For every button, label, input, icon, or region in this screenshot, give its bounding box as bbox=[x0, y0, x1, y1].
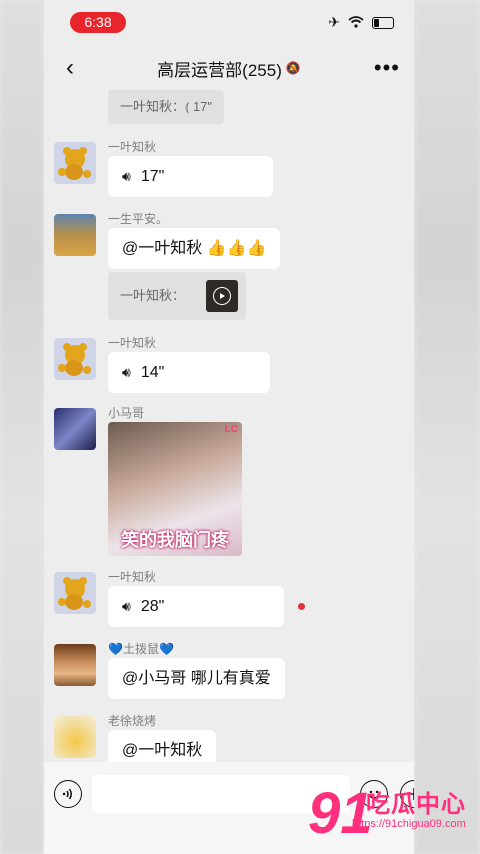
wifi-icon bbox=[348, 15, 364, 31]
sticker-badge: LC bbox=[224, 424, 238, 435]
chat-navbar: ‹ 高层运营部(255) 🔕 ••• bbox=[44, 42, 414, 94]
avatar[interactable] bbox=[54, 214, 96, 256]
unread-dot bbox=[298, 603, 305, 610]
battery-icon bbox=[372, 16, 394, 29]
avatar[interactable] bbox=[54, 142, 96, 184]
status-icons: ✈ bbox=[328, 14, 394, 31]
watermark-logo: 91 吃瓜中心 https://91chigua09.com bbox=[302, 781, 472, 846]
sender-name: 一生平安。 bbox=[108, 212, 169, 226]
avatar[interactable] bbox=[54, 338, 96, 380]
sender-name: 💙土拨鼠💙 bbox=[108, 642, 174, 656]
voice-icon[interactable] bbox=[54, 780, 82, 808]
video-thumbnail[interactable] bbox=[206, 280, 238, 312]
avatar[interactable] bbox=[54, 716, 96, 758]
sender-name: 一叶知秋 bbox=[108, 140, 157, 154]
voice-message-bubble[interactable]: 🔊︎ 17" bbox=[108, 156, 273, 197]
watermark-url: https://91chigua09.com bbox=[352, 818, 466, 830]
voice-wave-icon: 🔊︎ bbox=[122, 598, 131, 614]
avatar[interactable] bbox=[54, 572, 96, 614]
avatar[interactable] bbox=[54, 644, 96, 686]
sender-name: 一叶知秋 bbox=[108, 336, 157, 350]
voice-duration: 17" bbox=[140, 168, 165, 185]
text-message-bubble[interactable]: @小马哥 哪儿有真爱 bbox=[108, 658, 285, 699]
text-message-bubble[interactable]: @一叶知秋 👍👍👍 bbox=[108, 228, 281, 269]
status-time: 6:38 bbox=[70, 12, 126, 33]
phone-screen: 6:38 ✈ ‹ 高层运营部(255) 🔕 ••• 一叶知秋：⦅ 17" 一叶知… bbox=[44, 0, 414, 854]
play-icon bbox=[213, 287, 231, 305]
sticker-image[interactable]: LC 笑的我脑门疼 bbox=[108, 422, 242, 556]
avatar[interactable] bbox=[54, 408, 96, 450]
blurred-right-background bbox=[414, 0, 480, 854]
quoted-message[interactable]: 一叶知秋： bbox=[108, 272, 246, 320]
voice-wave-icon: 🔊︎ bbox=[122, 168, 131, 184]
chat-list[interactable]: 一叶知秋：⦅ 17" 一叶知秋 🔊︎ 17" 一生平安。 @一叶知秋 👍👍👍 一叶… bbox=[44, 90, 414, 771]
quoted-sender: 一叶知秋： bbox=[120, 288, 186, 303]
quoted-message[interactable]: 一叶知秋：⦅ 17" bbox=[108, 90, 225, 124]
sticker-caption: 笑的我脑门疼 bbox=[121, 530, 229, 550]
voice-message-bubble[interactable]: 🔊︎ 14" bbox=[108, 352, 270, 393]
airplane-icon: ✈ bbox=[328, 14, 340, 30]
more-horizontal-icon[interactable]: ••• bbox=[374, 54, 400, 82]
voice-message-bubble[interactable]: 🔊︎ 28" bbox=[108, 586, 284, 627]
voice-wave-icon: 🔊︎ bbox=[122, 364, 131, 380]
sender-name: 老徐烧烤 bbox=[108, 714, 157, 728]
chat-title: 高层运营部(255) bbox=[157, 60, 282, 80]
status-bar: 6:38 ✈ bbox=[44, 0, 414, 42]
sender-name: 一叶知秋 bbox=[108, 570, 157, 584]
watermark-text: 吃瓜中心 bbox=[366, 791, 466, 818]
voice-duration: 14" bbox=[140, 364, 165, 381]
voice-duration: 28" bbox=[140, 598, 165, 615]
watermark-number: 91 bbox=[308, 781, 373, 846]
sender-name: 小马哥 bbox=[108, 406, 145, 420]
bell-off-icon: 🔕 bbox=[285, 61, 301, 75]
blurred-left-background bbox=[0, 0, 44, 854]
chevron-left-icon[interactable]: ‹ bbox=[56, 54, 84, 82]
